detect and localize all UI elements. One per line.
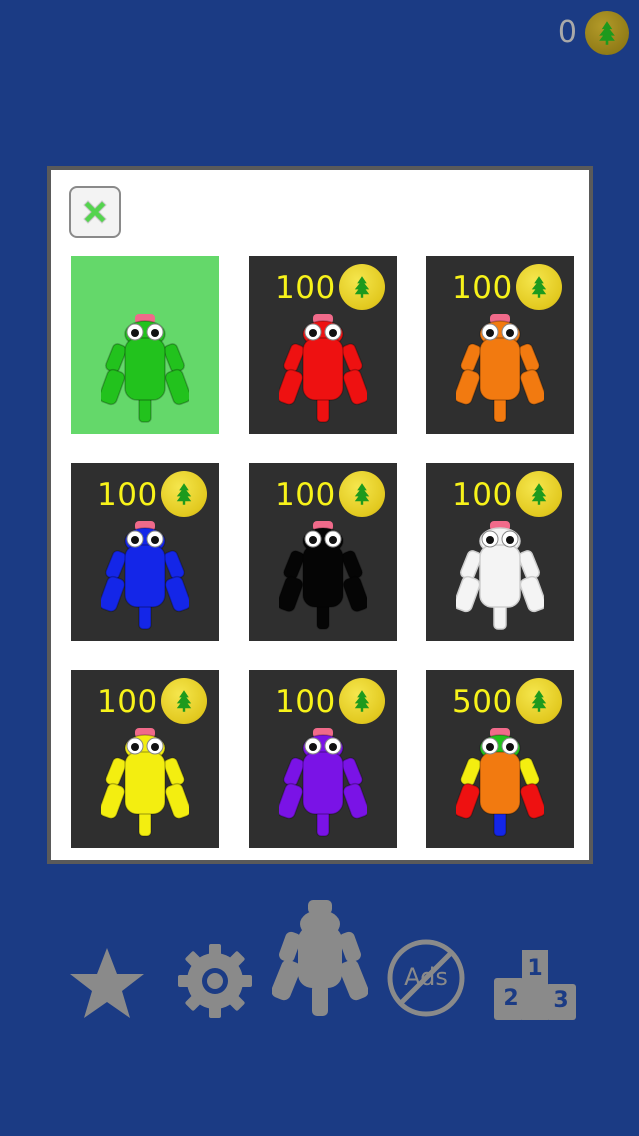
tree-coin-icon — [339, 264, 385, 310]
tree-coin-icon — [585, 11, 629, 55]
frog-green-icon — [98, 314, 192, 426]
price-label: 100 — [275, 477, 336, 513]
frog-black-icon — [276, 521, 370, 633]
tree-coin-icon — [516, 264, 562, 310]
skin-shop-panel: 100 100 100 100 100 100 100 500 — [47, 166, 593, 864]
frog-white-icon — [453, 521, 547, 633]
close-button[interactable] — [69, 186, 121, 238]
remove-ads-button[interactable]: Ads — [386, 938, 466, 1018]
podium-first-label: 1 — [527, 956, 543, 981]
frog-orange-icon — [453, 314, 547, 426]
leaderboard-button[interactable]: 1 2 3 — [494, 950, 576, 1020]
skin-tile-red[interactable]: 100 — [249, 256, 397, 434]
tree-coin-icon — [516, 471, 562, 517]
skin-tile-green[interactable] — [71, 256, 219, 434]
skin-tile-orange[interactable]: 100 — [426, 256, 574, 434]
price-label: 100 — [97, 477, 158, 513]
frog-red-icon — [276, 314, 370, 426]
podium-third-label: 3 — [553, 988, 569, 1013]
tree-coin-icon — [161, 471, 207, 517]
price-label: 100 — [97, 684, 158, 720]
skin-tile-blue[interactable]: 100 — [71, 463, 219, 641]
frog-blue-icon — [98, 521, 192, 633]
price-label: 100 — [275, 684, 336, 720]
price-label: 100 — [452, 477, 513, 513]
podium-second-label: 2 — [503, 986, 519, 1011]
price-label: 500 — [452, 684, 513, 720]
tree-coin-icon — [161, 678, 207, 724]
frog-rainbow-icon — [453, 728, 547, 840]
coin-count: 0 — [557, 15, 577, 50]
star-rate-icon[interactable] — [68, 946, 146, 1020]
coin-counter: 0 — [558, 10, 629, 56]
tree-coin-icon — [339, 678, 385, 724]
frog-play-icon[interactable] — [272, 898, 368, 1020]
skin-tile-rainbow[interactable]: 500 — [426, 670, 574, 848]
tree-coin-icon — [339, 471, 385, 517]
price-label: 100 — [452, 270, 513, 306]
settings-gear-icon[interactable] — [176, 942, 254, 1020]
frog-yellow-icon — [98, 728, 192, 840]
tree-coin-icon — [516, 678, 562, 724]
skin-tile-black[interactable]: 100 — [249, 463, 397, 641]
skin-tile-purple[interactable]: 100 — [249, 670, 397, 848]
frog-purple-icon — [276, 728, 370, 840]
ads-label: Ads — [404, 963, 448, 991]
skin-tile-yellow[interactable]: 100 — [71, 670, 219, 848]
close-x-icon — [83, 200, 107, 224]
skin-tile-white[interactable]: 100 — [426, 463, 574, 641]
price-label: 100 — [275, 270, 336, 306]
